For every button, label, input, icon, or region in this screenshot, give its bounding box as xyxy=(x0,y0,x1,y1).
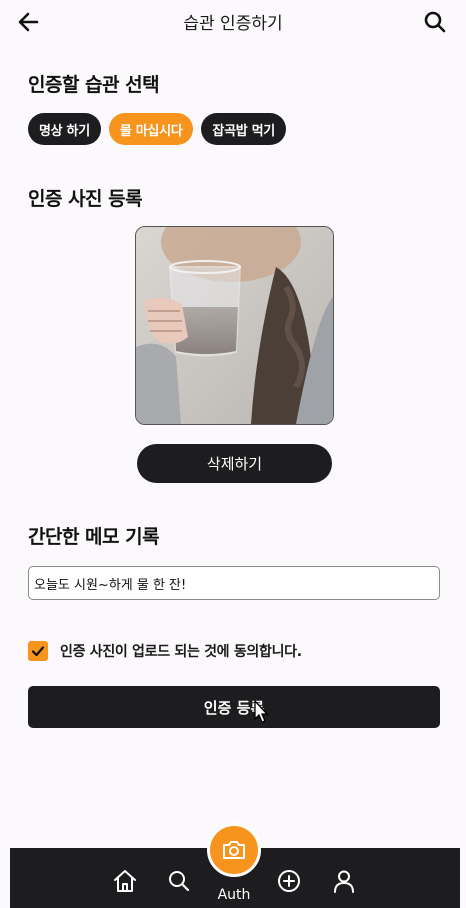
user-icon xyxy=(334,870,354,893)
nav-auth-camera-button[interactable] xyxy=(207,823,261,877)
search-icon xyxy=(424,11,446,33)
search-icon xyxy=(169,871,190,892)
page-title: 습관 인증하기 xyxy=(183,14,283,34)
nav-auth-label: Auth xyxy=(217,887,251,903)
checkmark-icon xyxy=(31,646,45,657)
habit-chip-list: 명상 하기 물 마십시다 잡곡밥 먹기 xyxy=(28,113,286,145)
uploaded-photo xyxy=(135,226,334,425)
memo-section-title: 간단한 메모 기록 xyxy=(28,526,160,548)
agreement-checkbox[interactable] xyxy=(28,641,48,661)
agreement-label: 인증 사진이 업로드 되는 것에 동의합니다. xyxy=(60,644,302,660)
home-icon xyxy=(114,870,136,892)
nav-profile[interactable] xyxy=(331,868,357,894)
camera-icon xyxy=(223,841,245,859)
submit-verification-button[interactable]: 인증 등록 xyxy=(28,686,440,728)
habit-chip-meditation[interactable]: 명상 하기 xyxy=(28,113,101,145)
habit-section-title: 인증할 습관 선택 xyxy=(28,74,160,96)
nav-home[interactable] xyxy=(112,868,138,894)
habit-chip-water[interactable]: 물 마십시다 xyxy=(108,113,194,145)
plus-circle-icon xyxy=(278,870,300,892)
agreement-row: 인증 사진이 업로드 되는 것에 동의합니다. xyxy=(28,640,302,662)
nav-search[interactable] xyxy=(166,868,192,894)
habit-chip-grain-rice[interactable]: 잡곡밥 먹기 xyxy=(201,113,286,145)
photo-section-title: 인증 사진 등록 xyxy=(28,188,143,210)
memo-input[interactable] xyxy=(28,566,440,600)
app-header: 습관 인증하기 xyxy=(0,0,466,44)
header-search-button[interactable] xyxy=(422,9,448,35)
delete-photo-button[interactable]: 삭제하기 xyxy=(137,444,332,483)
nav-add[interactable] xyxy=(276,868,302,894)
